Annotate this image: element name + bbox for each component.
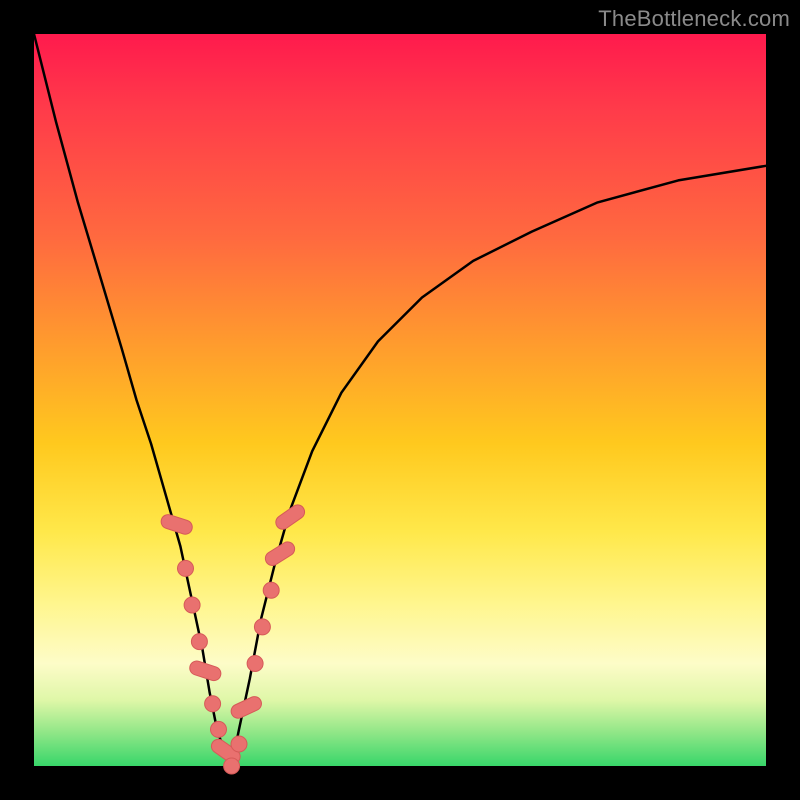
marker-left-1 bbox=[178, 560, 194, 576]
marker-right-11 bbox=[247, 656, 263, 672]
watermark-text: TheBottleneck.com bbox=[598, 6, 790, 32]
plot-area bbox=[34, 34, 766, 766]
chart-svg bbox=[34, 34, 766, 766]
marker-left-5 bbox=[205, 696, 221, 712]
marker-left-2 bbox=[184, 597, 200, 613]
marker-group bbox=[159, 502, 307, 774]
marker-right-12 bbox=[254, 619, 270, 635]
outer-frame: TheBottleneck.com bbox=[0, 0, 800, 800]
marker-left-6 bbox=[211, 721, 227, 737]
curve-right-branch bbox=[232, 166, 766, 766]
series-group bbox=[34, 34, 766, 766]
marker-right-9 bbox=[231, 736, 247, 752]
marker-left-3 bbox=[191, 634, 207, 650]
marker-right-13 bbox=[263, 582, 279, 598]
curve-left-branch bbox=[34, 34, 232, 766]
marker-min-8 bbox=[224, 758, 240, 774]
